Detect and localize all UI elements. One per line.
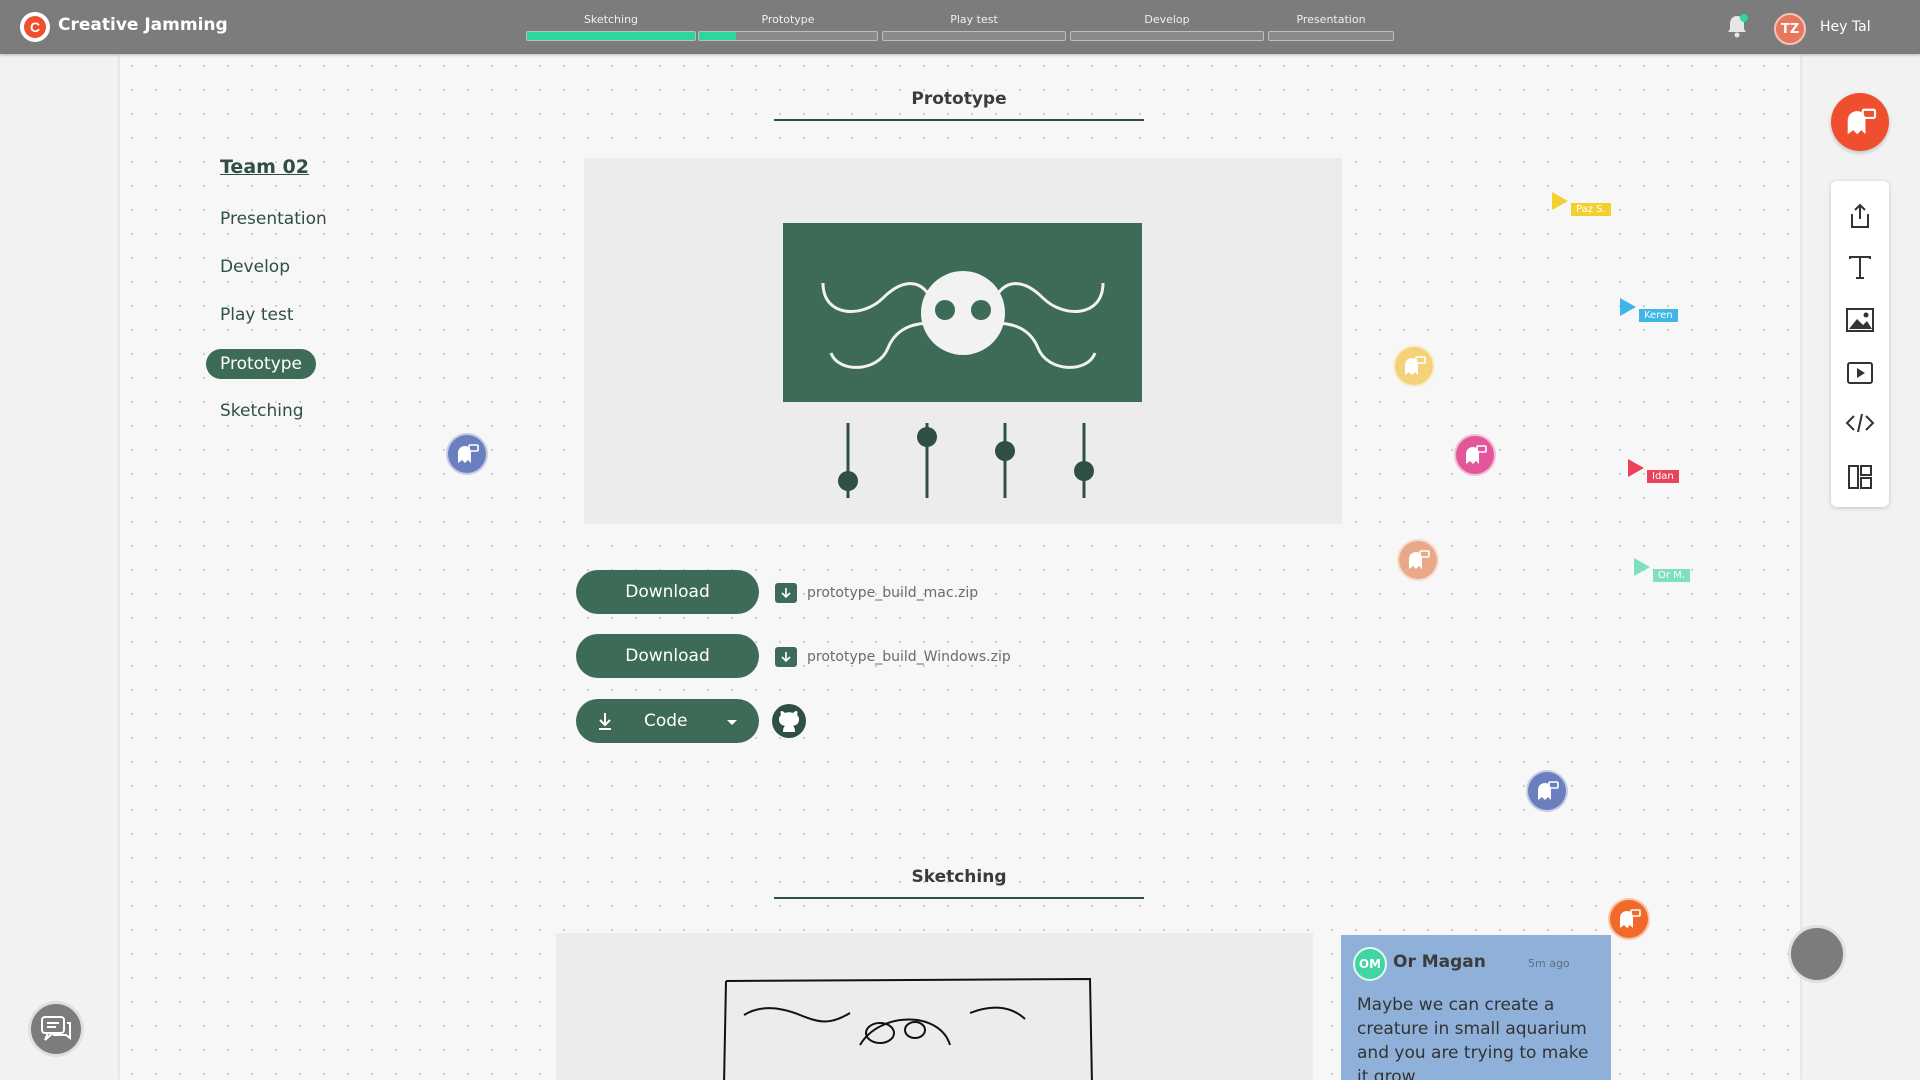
floating-action-circle[interactable] bbox=[1788, 925, 1846, 983]
stage-develop[interactable]: Develop bbox=[1070, 13, 1264, 41]
download-icon bbox=[599, 713, 611, 730]
file-link-mac[interactable]: prototype_build_mac.zip bbox=[775, 583, 978, 603]
download-mac-button[interactable]: Download bbox=[576, 570, 759, 614]
code-tool[interactable] bbox=[1845, 408, 1875, 438]
nav-item-play-test[interactable]: Play test bbox=[220, 305, 294, 325]
nav-item-presentation[interactable]: Presentation bbox=[220, 209, 327, 229]
cursor-name-tag: Or M. bbox=[1653, 569, 1690, 582]
collaborator-avatar[interactable] bbox=[446, 433, 488, 475]
user-avatar[interactable]: TZ bbox=[1774, 13, 1806, 45]
cursor-name-tag: Keren bbox=[1639, 309, 1678, 322]
file-name: prototype_build_Windows.zip bbox=[807, 649, 1011, 665]
collaborator-avatar[interactable] bbox=[1608, 898, 1650, 940]
collaborator-avatar[interactable] bbox=[1397, 539, 1439, 581]
app-logo[interactable]: C bbox=[20, 12, 50, 42]
video-icon bbox=[1847, 362, 1873, 384]
cursor-name-tag: Paz S. bbox=[1571, 203, 1611, 216]
notification-dot bbox=[1740, 14, 1748, 22]
stage-play-test[interactable]: Play test bbox=[882, 13, 1066, 41]
collaborator-fab[interactable] bbox=[1831, 93, 1889, 151]
code-dropdown-button[interactable]: Code bbox=[576, 699, 759, 743]
comment-card[interactable]: OM Or Magan 5m ago Maybe we can create a… bbox=[1341, 935, 1611, 1080]
nav-item-sketching[interactable]: Sketching bbox=[220, 401, 304, 421]
sketch-preview-card[interactable] bbox=[556, 933, 1313, 1080]
stage-presentation[interactable]: Presentation bbox=[1268, 13, 1394, 41]
creature-illustration bbox=[821, 271, 1105, 369]
user-greeting[interactable]: Hey Tal bbox=[1820, 19, 1871, 35]
slider-controls-illustration bbox=[838, 423, 1094, 498]
stage-label: Prototype bbox=[761, 13, 815, 26]
pointer-icon bbox=[1552, 192, 1568, 210]
text-tool[interactable] bbox=[1845, 252, 1875, 282]
comment-avatar: OM bbox=[1353, 947, 1387, 981]
download-windows-button[interactable]: Download bbox=[576, 634, 759, 678]
download-file-icon bbox=[775, 583, 797, 603]
image-icon bbox=[1846, 308, 1874, 332]
stage-label: Presentation bbox=[1296, 13, 1366, 26]
ghost-icon bbox=[1409, 550, 1430, 569]
ghost-icon bbox=[458, 444, 479, 463]
stage-label: Sketching bbox=[583, 13, 639, 26]
cursor-name-tag: Idan bbox=[1647, 470, 1679, 483]
file-name: prototype_build_mac.zip bbox=[807, 585, 979, 601]
remote-cursor: Keren bbox=[1619, 297, 1678, 322]
chevron-down-icon bbox=[727, 720, 737, 725]
ghost-icon bbox=[1620, 909, 1641, 928]
logo-icon: C bbox=[24, 16, 46, 38]
stage-sketching[interactable]: Sketching bbox=[526, 13, 696, 41]
comment-author: Or Magan bbox=[1393, 952, 1486, 972]
image-tool[interactable] bbox=[1845, 305, 1875, 335]
code-icon bbox=[1845, 413, 1875, 433]
insert-toolbar bbox=[1831, 181, 1889, 507]
stage-progress-bar bbox=[1070, 31, 1264, 41]
pointer-icon bbox=[1634, 558, 1650, 576]
ghost-icon bbox=[1538, 781, 1559, 800]
text-icon bbox=[1849, 256, 1871, 279]
remote-cursor: Or M. bbox=[1633, 557, 1690, 582]
share-icon bbox=[1851, 203, 1869, 228]
share-tool[interactable] bbox=[1845, 201, 1875, 231]
nav-item-prototype[interactable]: Prototype bbox=[206, 349, 317, 379]
collaborator-avatar[interactable] bbox=[1526, 770, 1568, 812]
collaborator-avatar[interactable] bbox=[1454, 434, 1496, 476]
chat-icon bbox=[41, 1016, 71, 1041]
pointer-icon bbox=[1628, 459, 1644, 477]
ghost-icon bbox=[1847, 108, 1877, 135]
remote-cursor: Idan bbox=[1627, 458, 1679, 483]
video-tool[interactable] bbox=[1845, 358, 1875, 388]
comment-time: 5m ago bbox=[1528, 957, 1570, 970]
top-bar: C Creative Jamming Sketching Prototype P… bbox=[0, 0, 1920, 54]
stage-label: Play test bbox=[950, 13, 998, 26]
stage-progress-bar bbox=[1268, 31, 1394, 41]
collaborator-avatar[interactable] bbox=[1393, 345, 1435, 387]
svg-text:C: C bbox=[30, 19, 40, 35]
stage-progress-bar bbox=[698, 31, 878, 41]
layout-tool[interactable] bbox=[1845, 462, 1875, 492]
app-title: Creative Jamming bbox=[58, 15, 228, 35]
section-title-sketching: Sketching bbox=[774, 867, 1144, 899]
prototype-preview-image bbox=[783, 223, 1142, 402]
stage-prototype[interactable]: Prototype bbox=[698, 13, 878, 41]
chat-button[interactable] bbox=[28, 1001, 84, 1057]
layout-icon bbox=[1848, 465, 1872, 489]
pointer-icon bbox=[1620, 298, 1636, 316]
github-icon[interactable] bbox=[770, 702, 808, 740]
ghost-icon bbox=[1466, 445, 1487, 464]
file-link-windows[interactable]: prototype_build_Windows.zip bbox=[775, 647, 1011, 667]
ghost-icon bbox=[1405, 356, 1426, 375]
comment-text: Maybe we can create a creature in small … bbox=[1357, 995, 1589, 1080]
stage-progress-bar bbox=[526, 31, 696, 41]
nav-item-develop[interactable]: Develop bbox=[220, 257, 290, 277]
remote-cursor: Paz S. bbox=[1551, 191, 1611, 216]
stage-progress-bar bbox=[882, 31, 1066, 41]
section-title-prototype: Prototype bbox=[774, 89, 1144, 121]
download-file-icon bbox=[775, 647, 797, 667]
stage-label: Develop bbox=[1144, 13, 1190, 26]
sketch-drawing bbox=[723, 977, 1093, 1080]
code-button-label: Code bbox=[644, 711, 688, 731]
team-title[interactable]: Team 02 bbox=[220, 156, 309, 178]
